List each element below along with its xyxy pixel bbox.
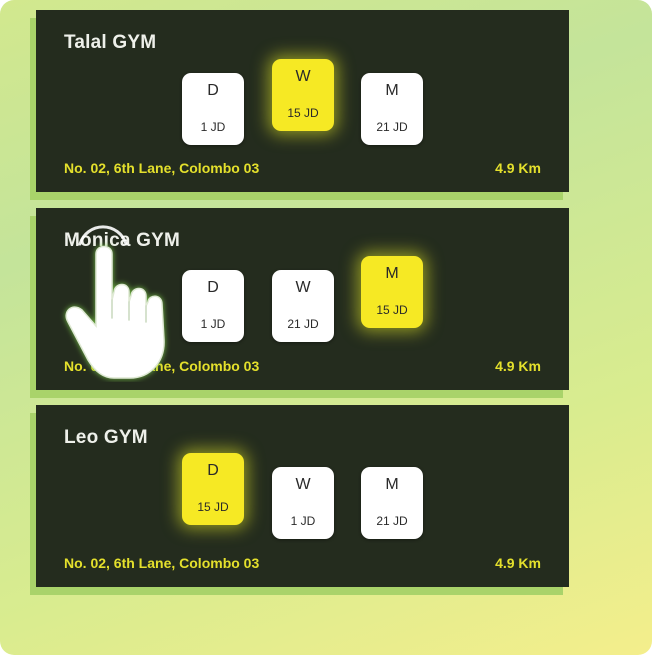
app-frame: Talal GYM D 1 JD W 15 JD M 21 JD No. 02,…	[0, 0, 652, 655]
gym-address: No. 02, 6th Lane, Colombo 03	[64, 555, 260, 571]
plan-price: 15 JD	[376, 303, 408, 317]
plan-monthly-button[interactable]: M 15 JD	[361, 256, 423, 328]
plan-price: 1 JD	[200, 317, 226, 331]
gym-card-talal[interactable]: Talal GYM D 1 JD W 15 JD M 21 JD No. 02,…	[36, 10, 569, 192]
gym-card-leo[interactable]: Leo GYM D 15 JD W 1 JD M 21 JD No. 02, 6…	[36, 405, 569, 587]
plan-monthly-button[interactable]: M 21 JD	[361, 73, 423, 145]
plan-code: M	[385, 476, 399, 493]
plan-price: 1 JD	[290, 514, 316, 528]
gym-address: No. 02, 6th Lane, Colombo 03	[64, 160, 260, 176]
plan-code: M	[385, 265, 399, 282]
plan-code: M	[385, 82, 399, 99]
plan-price: 21 JD	[376, 120, 408, 134]
plan-code: D	[207, 279, 219, 296]
gym-name: Leo GYM	[64, 427, 148, 448]
gym-distance: 4.9 Km	[495, 160, 541, 176]
plan-price: 15 JD	[287, 106, 319, 120]
plan-daily-button[interactable]: D 15 JD	[182, 453, 244, 525]
plan-weekly-button[interactable]: W 15 JD	[272, 59, 334, 131]
plan-price: 21 JD	[287, 317, 319, 331]
plan-code: D	[207, 462, 219, 479]
plan-code: W	[295, 279, 311, 296]
gym-distance: 4.9 Km	[495, 555, 541, 571]
plan-daily-button[interactable]: D 1 JD	[182, 73, 244, 145]
gym-name: Talal GYM	[64, 32, 157, 53]
plan-weekly-button[interactable]: W 21 JD	[272, 270, 334, 342]
plan-weekly-button[interactable]: W 1 JD	[272, 467, 334, 539]
tap-hand-icon	[65, 225, 165, 379]
plan-monthly-button[interactable]: M 21 JD	[361, 467, 423, 539]
plan-code: W	[295, 476, 311, 493]
plan-code: W	[295, 68, 311, 85]
gym-distance: 4.9 Km	[495, 358, 541, 374]
plan-price: 1 JD	[200, 120, 226, 134]
plan-daily-button[interactable]: D 1 JD	[182, 270, 244, 342]
plan-price: 15 JD	[197, 500, 229, 514]
plan-code: D	[207, 82, 219, 99]
plan-price: 21 JD	[376, 514, 408, 528]
